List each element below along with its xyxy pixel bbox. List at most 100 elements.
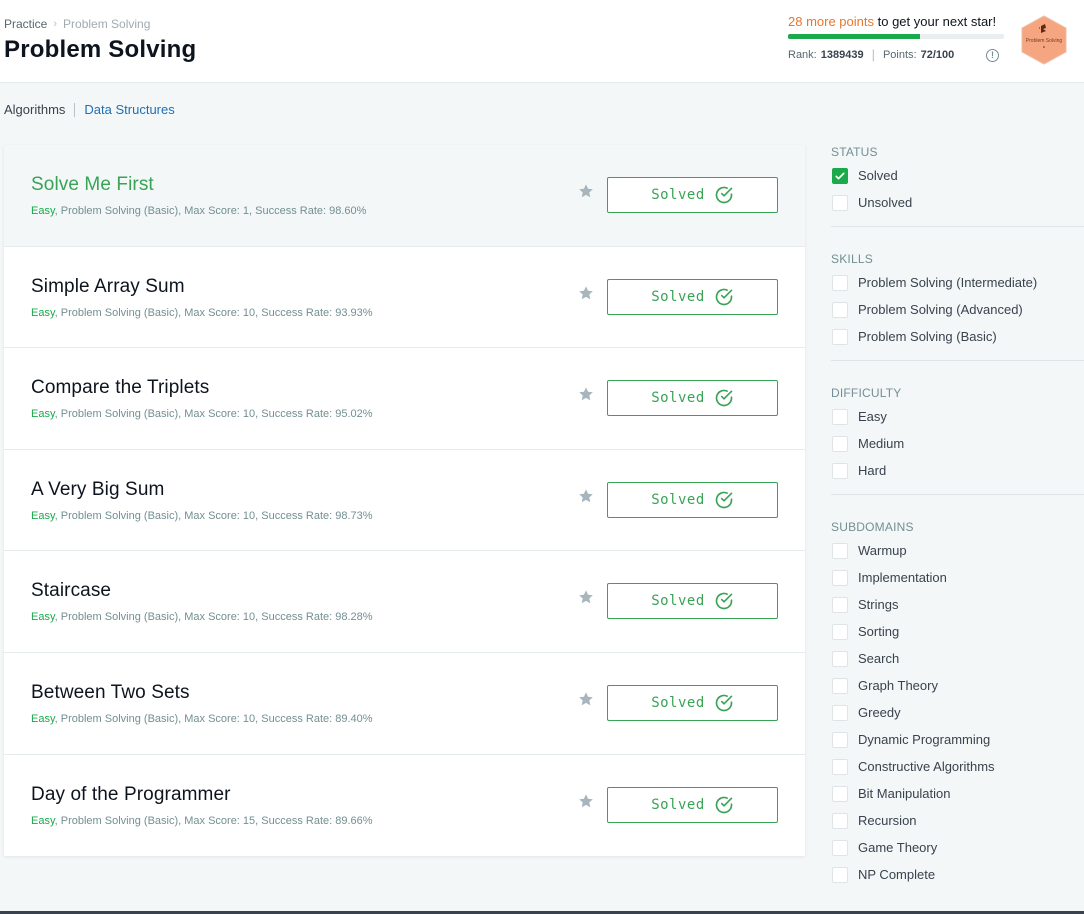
checkbox[interactable]	[832, 866, 848, 883]
challenge-title[interactable]: Day of the Programmer	[31, 784, 231, 806]
filter-greedy[interactable]: Greedy	[831, 699, 1084, 726]
checkbox[interactable]	[832, 462, 848, 479]
filter-label: Problem Solving (Intermediate)	[858, 275, 1038, 290]
challenge-difficulty: Easy	[31, 611, 55, 624]
filter-problem-solving-intermediate[interactable]: Problem Solving (Intermediate)	[831, 269, 1084, 296]
solved-label: Solved	[651, 593, 705, 610]
filter-constructive-algorithms[interactable]: Constructive Algorithms	[831, 753, 1084, 780]
filter-dynamic-programming[interactable]: Dynamic Programming	[831, 726, 1084, 753]
checkbox[interactable]	[832, 785, 848, 802]
checkbox[interactable]	[832, 623, 848, 640]
solved-button[interactable]: Solved	[607, 177, 778, 213]
checkbox[interactable]	[832, 731, 848, 748]
challenge-title[interactable]: Between Two Sets	[31, 682, 190, 704]
challenge-details: , Problem Solving (Basic), Max Score: 10…	[54, 509, 373, 522]
challenge-card[interactable]: Compare the Triplets Easy, Problem Solvin…	[4, 348, 805, 450]
filter-hard[interactable]: Hard	[831, 457, 1084, 484]
filter-recursion[interactable]: Recursion	[831, 807, 1084, 834]
challenge-card[interactable]: Between Two Sets Easy, Problem Solving (B…	[4, 652, 805, 755]
checkbox[interactable]	[832, 301, 848, 318]
filter-search[interactable]: Search	[831, 645, 1084, 672]
filter-divider	[831, 226, 1084, 227]
filters-panel: STATUS Solved Unsolved SKILLS Problem Solvin…	[831, 145, 1084, 888]
hexagon-badge-icon[interactable]: Problem Solving	[1020, 15, 1068, 65]
filter-label: Game Theory	[858, 840, 938, 855]
challenge-meta: Easy, Problem Solving (Basic), Max Score…	[31, 510, 373, 522]
breadcrumb-current: Problem Solving	[63, 17, 151, 31]
filter-label: NP Complete	[858, 867, 936, 882]
filter-warmup[interactable]: Warmup	[831, 537, 1084, 564]
filter-easy[interactable]: Easy	[831, 403, 1084, 430]
tab-algorithms[interactable]: Algorithms	[4, 102, 65, 117]
filter-implementation[interactable]: Implementation	[831, 564, 1084, 591]
challenge-title[interactable]: Compare the Triplets	[31, 377, 209, 399]
info-icon[interactable]: !	[986, 49, 999, 62]
solved-button[interactable]: Solved	[607, 583, 778, 620]
checkbox[interactable]	[832, 435, 848, 452]
challenge-card[interactable]: Staircase Easy, Problem Solving (Basic), …	[4, 551, 805, 653]
filter-section-skills: SKILLS Problem Solving (Intermediate) Prob…	[831, 252, 1084, 350]
checkbox[interactable]	[832, 596, 848, 613]
filter-problem-solving-advanced[interactable]: Problem Solving (Advanced)	[831, 296, 1084, 323]
challenge-card[interactable]: Solve Me First Easy, Problem Solving (Bas…	[4, 145, 805, 247]
challenge-title[interactable]: Simple Array Sum	[31, 276, 185, 298]
star-icon[interactable]	[578, 386, 594, 402]
star-icon[interactable]	[578, 488, 594, 504]
filter-label: Problem Solving (Basic)	[858, 329, 997, 344]
filter-sorting[interactable]: Sorting	[831, 618, 1084, 645]
challenge-title[interactable]: Solve Me First	[31, 174, 154, 196]
checkbox[interactable]	[832, 408, 848, 425]
checkbox[interactable]	[832, 569, 848, 586]
challenge-card[interactable]: Simple Array Sum Easy, Problem Solving (B…	[4, 246, 805, 349]
checkbox[interactable]	[832, 194, 848, 211]
solved-button[interactable]: Solved	[607, 380, 778, 417]
filter-label: Warmup	[858, 543, 907, 558]
checkbox[interactable]	[832, 542, 848, 559]
filter-graph-theory[interactable]: Graph Theory	[831, 672, 1084, 699]
challenge-card[interactable]: A Very Big Sum Easy, Problem Solving (Bas…	[4, 449, 805, 552]
challenge-card[interactable]: Day of the Programmer Easy, Problem Solvi…	[4, 754, 805, 857]
filter-bit-manipulation[interactable]: Bit Manipulation	[831, 780, 1084, 807]
points-value: 72/100	[920, 48, 955, 61]
checkbox[interactable]	[832, 328, 848, 345]
challenge-title[interactable]: A Very Big Sum	[31, 479, 164, 501]
checkbox[interactable]	[832, 839, 848, 856]
checkbox[interactable]	[832, 274, 848, 291]
star-icon[interactable]	[578, 691, 594, 707]
checkbox[interactable]	[832, 758, 848, 775]
filter-medium[interactable]: Medium	[831, 430, 1084, 457]
solved-button[interactable]: Solved	[607, 481, 778, 518]
star-icon[interactable]	[578, 285, 594, 301]
challenge-details: , Problem Solving (Basic), Max Score: 10…	[54, 611, 373, 624]
filter-section-difficulty: DIFFICULTY Easy Medium Hard	[831, 386, 1084, 484]
filter-section-title: DIFFICULTY	[831, 386, 902, 400]
check-circle-icon	[714, 388, 734, 408]
filter-unsolved[interactable]: Unsolved	[831, 189, 1084, 216]
filter-label: Strings	[858, 597, 899, 612]
breadcrumb-practice-link[interactable]: Practice	[4, 17, 47, 31]
solved-button[interactable]: Solved	[607, 278, 778, 315]
filter-problem-solving-basic[interactable]: Problem Solving (Basic)	[831, 323, 1084, 350]
filter-solved[interactable]: Solved	[831, 162, 1084, 189]
solved-button[interactable]: Solved	[607, 684, 778, 721]
checkbox[interactable]	[832, 812, 848, 829]
check-circle-icon	[714, 185, 734, 205]
checkbox[interactable]	[832, 167, 848, 184]
checkbox[interactable]	[832, 650, 848, 667]
star-icon[interactable]	[578, 183, 594, 199]
filter-divider	[831, 494, 1084, 495]
challenge-title[interactable]: Staircase	[31, 580, 111, 602]
checkbox[interactable]	[832, 677, 848, 694]
star-icon[interactable]	[578, 793, 594, 809]
filter-game-theory[interactable]: Game Theory	[831, 834, 1084, 861]
filter-np-complete[interactable]: NP Complete	[831, 861, 1084, 888]
solved-button[interactable]: Solved	[607, 786, 778, 823]
star-icon[interactable]	[578, 589, 594, 605]
checkbox[interactable]	[832, 704, 848, 721]
filter-label: Recursion	[858, 813, 917, 828]
filter-label: Search	[858, 651, 900, 666]
solved-label: Solved	[651, 694, 705, 711]
solved-label: Solved	[651, 187, 705, 203]
tab-data-structures[interactable]: Data Structures	[84, 102, 174, 117]
filter-strings[interactable]: Strings	[831, 591, 1084, 618]
